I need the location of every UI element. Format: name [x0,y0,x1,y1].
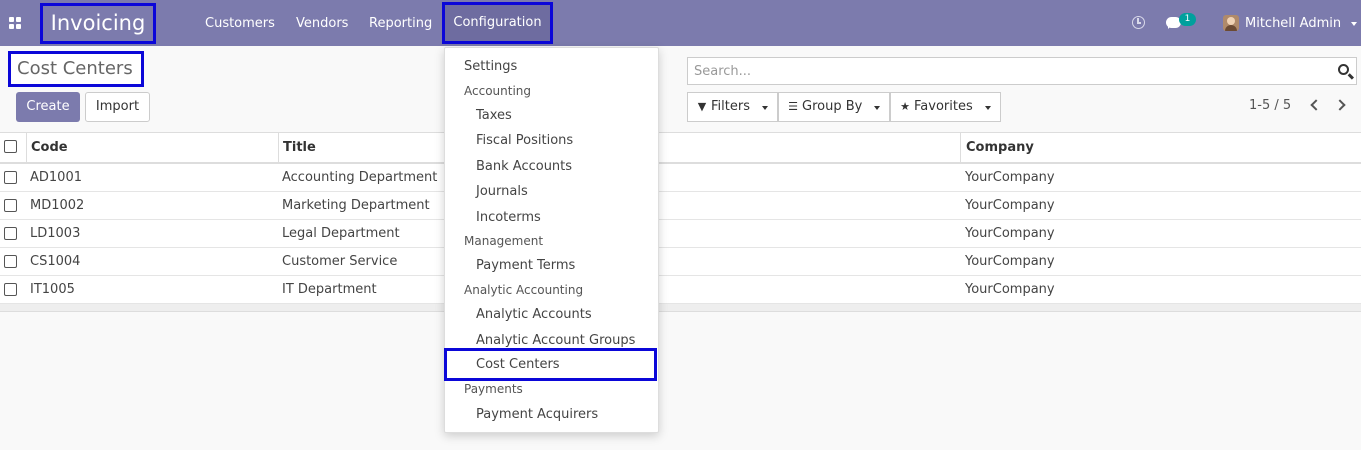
cell-code: MD1002 [30,198,85,213]
table-row[interactable]: MD1002 Marketing Department YourCompany [0,192,1361,220]
cell-company: YourCompany [965,170,1055,185]
column-divider [960,133,961,162]
row-checkbox[interactable] [4,255,17,268]
cell-code: LD1003 [30,226,81,241]
list-footer [0,304,1361,312]
chevron-down-icon [874,106,880,110]
cell-title: Customer Service [282,254,398,269]
table-row[interactable]: CS1004 Customer Service YourCompany [0,248,1361,276]
menu-vendors[interactable]: Vendors [296,0,348,46]
cell-company: YourCompany [965,282,1055,297]
pager-value[interactable]: 1-5 / 5 [1249,98,1291,113]
cost-centers-list: Code Title Company AD1001 Accounting Dep… [0,132,1361,312]
list-header: Code Title Company [0,132,1361,164]
favorites-button[interactable]: ★ Favorites [890,92,1001,122]
column-divider [26,133,27,162]
cell-title: IT Department [282,282,377,297]
search-icon[interactable] [1338,64,1349,75]
menu-customers[interactable]: Customers [205,0,275,46]
chevron-down-icon [762,106,768,110]
cell-company: YourCompany [965,226,1055,241]
menu-section-payments: Payments [464,382,523,396]
table-row[interactable]: LD1003 Legal Department YourCompany [0,220,1361,248]
menu-item-bank-accounts[interactable]: Bank Accounts [445,154,658,179]
pager-next-icon[interactable] [1334,99,1346,111]
search-input[interactable] [688,58,1328,84]
menu-item-cost-centers[interactable]: Cost Centers [444,348,657,381]
menu-item-incoterms[interactable]: Incoterms [445,205,658,230]
create-button[interactable]: Create [16,92,80,122]
select-all-checkbox[interactable] [4,140,17,153]
chevron-down-icon [985,106,991,110]
cell-code: AD1001 [30,170,82,185]
table-row[interactable]: IT1005 IT Department YourCompany [0,276,1361,304]
cell-title: Accounting Department [282,170,438,185]
row-checkbox[interactable] [4,199,17,212]
cell-title: Legal Department [282,226,400,241]
menu-section-accounting: Accounting [464,84,532,98]
user-avatar[interactable] [1223,15,1239,31]
row-checkbox[interactable] [4,171,17,184]
column-header-code[interactable]: Code [31,133,68,162]
menu-section-analytic-accounting: Analytic Accounting [464,283,584,297]
cell-code: CS1004 [30,254,81,269]
cell-title: Marketing Department [282,198,430,213]
page-title: Cost Centers [8,51,144,87]
favorites-label: Favorites [914,99,973,114]
row-checkbox[interactable] [4,227,17,240]
column-header-title[interactable]: Title [283,133,316,162]
table-row[interactable]: AD1001 Accounting Department YourCompany [0,164,1361,192]
group-by-label: Group By [802,99,863,114]
star-icon: ★ [900,100,910,113]
cell-code: IT1005 [30,282,75,297]
top-navbar: Invoicing Customers Vendors Reporting Co… [0,0,1361,46]
column-header-company[interactable]: Company [966,133,1034,162]
row-checkbox[interactable] [4,283,17,296]
messages-count-badge: 1 [1179,13,1196,26]
filters-label: Filters [711,99,750,114]
menu-configuration[interactable]: Configuration [442,2,553,44]
user-menu-name[interactable]: Mitchell Admin [1245,0,1341,46]
menu-item-journals[interactable]: Journals [445,179,658,204]
app-brand[interactable]: Invoicing [40,3,156,44]
filter-icon: ▼ [697,100,707,113]
menu-section-management: Management [464,234,544,248]
menu-item-payment-terms[interactable]: Payment Terms [445,253,658,278]
import-button[interactable]: Import [85,92,150,122]
menu-item-payment-acquirers[interactable]: Payment Acquirers [445,402,658,427]
column-divider [278,133,279,162]
filters-button[interactable]: ▼ Filters [687,92,778,122]
apps-menu-icon[interactable] [9,17,22,30]
cell-company: YourCompany [965,254,1055,269]
group-by-button[interactable]: ☰ Group By [778,92,890,122]
menu-item-cost-centers-label: Cost Centers [476,357,560,372]
search-box [687,57,1357,85]
menu-item-settings[interactable]: Settings [445,54,658,79]
activity-clock-icon[interactable] [1132,16,1145,29]
list-icon: ☰ [788,100,798,113]
user-menu-caret-icon[interactable] [1351,22,1357,26]
pager-previous-icon[interactable] [1310,99,1322,111]
menu-reporting[interactable]: Reporting [369,0,432,46]
menu-item-fiscal-positions[interactable]: Fiscal Positions [445,128,658,153]
cell-company: YourCompany [965,198,1055,213]
menu-item-taxes[interactable]: Taxes [445,103,658,128]
menu-item-analytic-accounts[interactable]: Analytic Accounts [445,302,658,327]
